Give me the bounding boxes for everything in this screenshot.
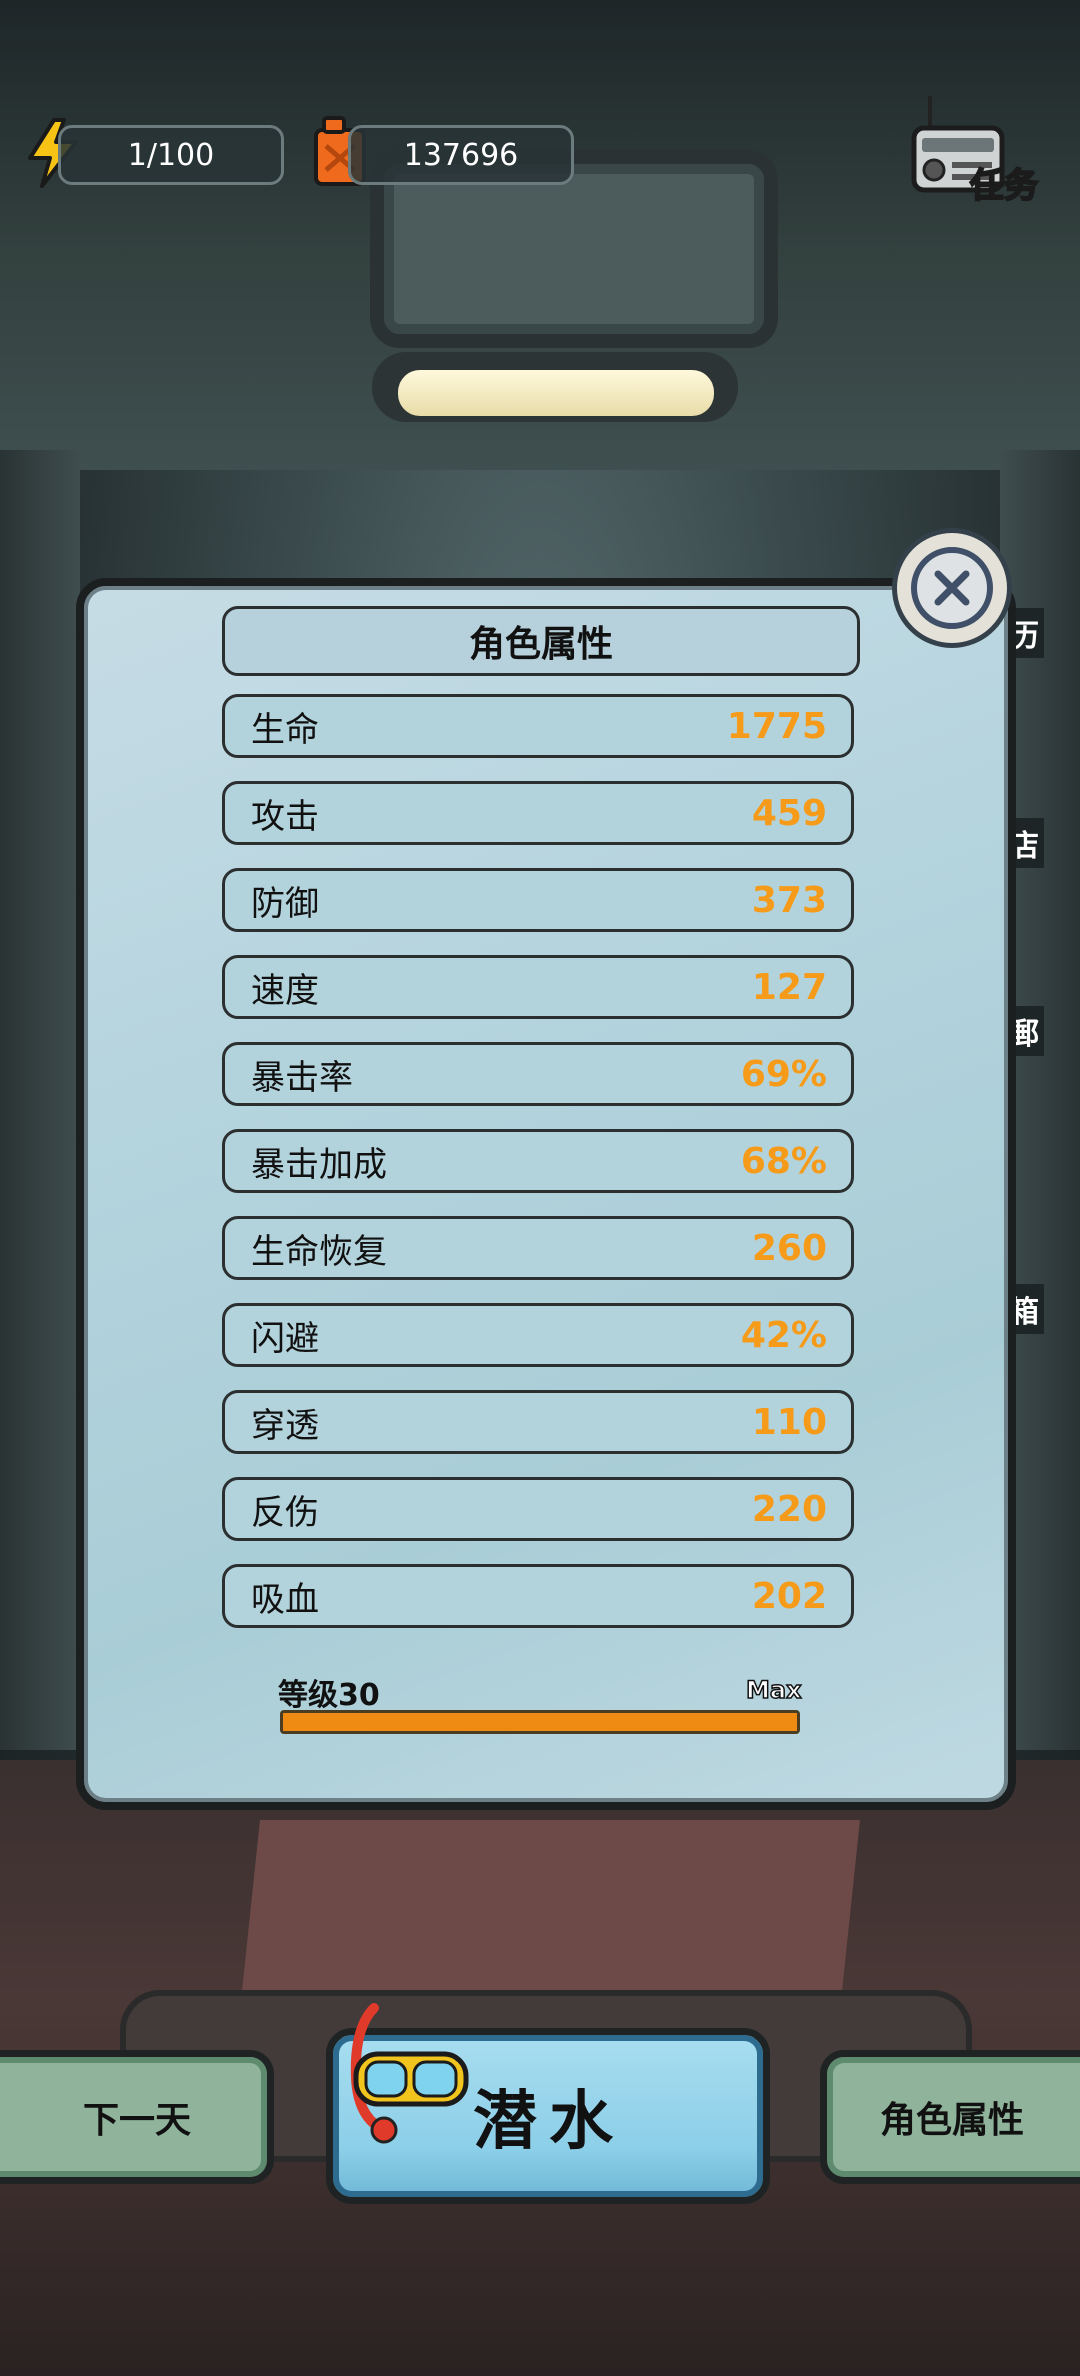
stat-label: 攻击	[251, 796, 319, 837]
stat-row: 生命恢复 260	[222, 1216, 854, 1280]
task-label: 任务	[969, 165, 1039, 207]
panel-title: 角色属性	[222, 606, 860, 676]
level-label: 等级30	[278, 1678, 380, 1713]
stat-row: 生命 1775	[222, 694, 854, 758]
dive-label: 潜水	[473, 2085, 625, 2159]
stat-label: 吸血	[251, 1579, 319, 1620]
stat-value: 373	[751, 879, 827, 921]
stat-value: 110	[751, 1401, 827, 1443]
stat-value: 202	[751, 1575, 827, 1617]
diving-goggles-icon	[334, 1998, 484, 2148]
close-icon	[911, 547, 993, 629]
stat-value: 220	[751, 1488, 827, 1530]
stat-label: 生命恢复	[251, 1231, 387, 1272]
stat-value: 127	[751, 966, 827, 1008]
stat-value: 260	[751, 1227, 827, 1269]
energy-counter: 1/100	[58, 125, 284, 185]
stat-label: 暴击加成	[251, 1144, 387, 1185]
stat-label: 反伤	[251, 1492, 319, 1533]
fuel-counter: 137696	[348, 125, 574, 185]
stat-label: 防御	[251, 883, 319, 924]
level-progress-fill	[283, 1713, 797, 1731]
stat-row: 暴击率 69%	[222, 1042, 854, 1106]
stat-row: 速度 127	[222, 955, 854, 1019]
stat-value: 68%	[740, 1140, 827, 1182]
task-button[interactable]: 任务	[908, 92, 1048, 212]
left-shelf	[0, 450, 80, 1750]
close-button[interactable]	[892, 528, 1012, 648]
stat-label: 速度	[251, 970, 319, 1011]
stat-label: 生命	[251, 709, 319, 750]
stat-row: 暴击加成 68%	[222, 1129, 854, 1193]
stat-row: 攻击 459	[222, 781, 854, 845]
stat-value: 459	[751, 792, 827, 834]
stat-value: 42%	[740, 1314, 827, 1356]
stat-row: 穿透 110	[222, 1390, 854, 1454]
stat-value: 69%	[740, 1053, 827, 1095]
attributes-label: 角色属性	[879, 2100, 1024, 2141]
stat-label: 穿透	[251, 1405, 319, 1446]
next-day-label: 下一天	[82, 2100, 191, 2141]
stat-label: 暴击率	[251, 1057, 353, 1098]
floor-rug	[240, 1820, 860, 2010]
stat-row: 防御 373	[222, 868, 854, 932]
stat-row: 闪避 42%	[222, 1303, 854, 1367]
next-day-button[interactable]: 下一天	[0, 2050, 274, 2184]
stat-label: 闪避	[251, 1318, 319, 1359]
stat-value: 1775	[726, 705, 827, 747]
attributes-button[interactable]: 角色属性	[820, 2050, 1080, 2184]
level-max-label: Max	[745, 1675, 802, 1705]
stat-row: 反伤 220	[222, 1477, 854, 1541]
stat-row: 吸血 202	[222, 1564, 854, 1628]
roof-light-glow	[398, 370, 714, 416]
level-progress-bar	[280, 1710, 800, 1734]
